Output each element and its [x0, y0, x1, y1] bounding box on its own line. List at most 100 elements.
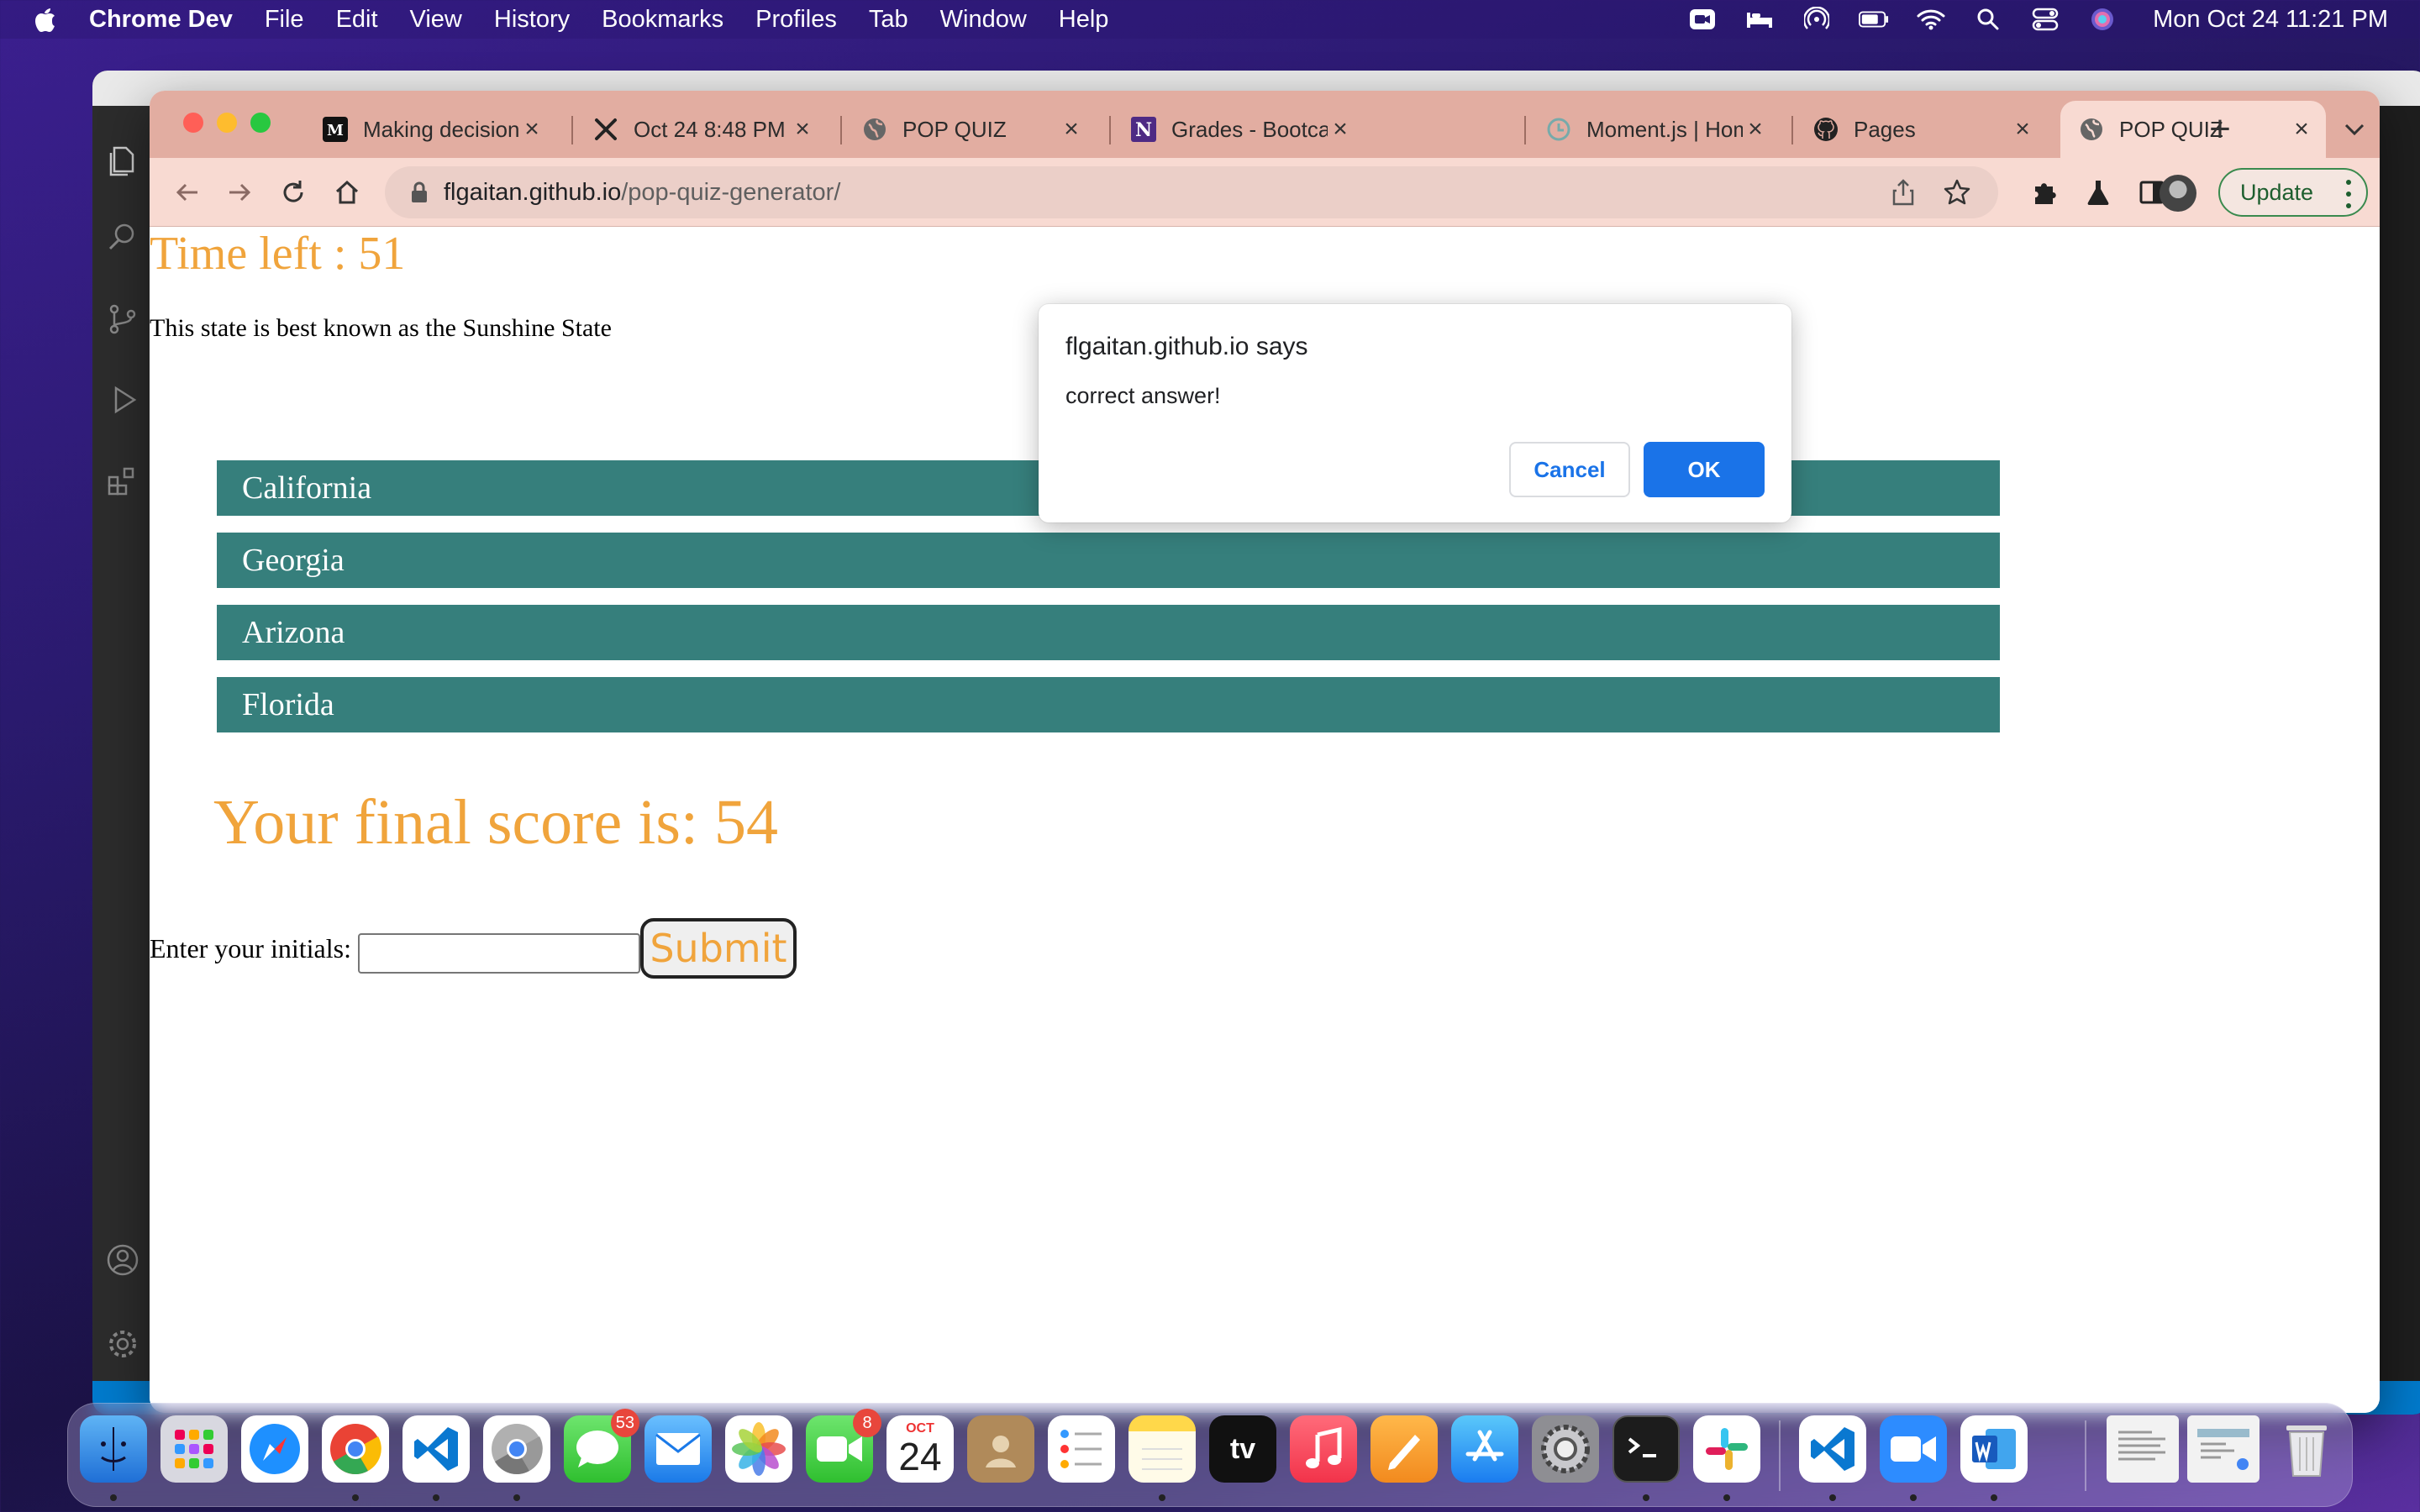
tab-moment-js[interactable]: Moment.js | Home ×: [1528, 101, 1780, 158]
mail-icon[interactable]: [644, 1415, 712, 1483]
extensions-puzzle-icon[interactable]: [2025, 173, 2064, 212]
apple-tv-icon[interactable]: tv: [1209, 1415, 1276, 1483]
tab-close-icon[interactable]: ×: [2010, 115, 2035, 143]
zoom-status-icon[interactable]: [1687, 7, 1718, 32]
run-debug-icon[interactable]: [106, 383, 139, 417]
finder-icon[interactable]: [80, 1415, 147, 1483]
calendar-icon[interactable]: OCT 24: [886, 1415, 954, 1483]
airdrop-icon[interactable]: [1802, 7, 1832, 32]
safari-icon[interactable]: [241, 1415, 308, 1483]
window-close-button[interactable]: [183, 113, 203, 133]
app-name-menu[interactable]: Chrome Dev: [89, 6, 233, 34]
reload-icon[interactable]: [274, 173, 313, 212]
menu-bookmarks[interactable]: Bookmarks: [602, 6, 723, 34]
control-center-icon[interactable]: [2030, 7, 2060, 32]
tab-oct-24-recording[interactable]: Oct 24 8:48 PM ×: [575, 101, 827, 158]
menu-tab[interactable]: Tab: [869, 6, 908, 34]
answer-option-arizona[interactable]: Arizona: [217, 605, 2000, 660]
menu-profiles[interactable]: Profiles: [755, 6, 837, 34]
n-logo-icon: N: [1131, 117, 1156, 142]
answer-option-florida[interactable]: Florida: [217, 677, 2000, 732]
back-arrow-icon[interactable]: [168, 173, 207, 212]
tab-close-icon[interactable]: ×: [2289, 115, 2314, 143]
tab-close-icon[interactable]: ×: [1059, 115, 1084, 143]
trash-icon[interactable]: [2273, 1415, 2340, 1483]
bed-icon[interactable]: [1744, 7, 1775, 32]
terminal-icon[interactable]: [1612, 1415, 1680, 1483]
address-bar[interactable]: flgaitan.github.io/pop-quiz-generator/: [385, 166, 1998, 218]
url-text[interactable]: flgaitan.github.io/pop-quiz-generator/: [444, 179, 840, 207]
tab-making-decisions[interactable]: M Making decisions ×: [304, 101, 556, 158]
reminders-icon[interactable]: [1048, 1415, 1115, 1483]
tab-title: Moment.js | Home: [1586, 116, 1743, 142]
menu-history[interactable]: History: [494, 6, 570, 34]
menu-view[interactable]: View: [410, 6, 462, 34]
extensions-icon[interactable]: [106, 464, 139, 497]
more-menu-icon[interactable]: [2344, 180, 2353, 208]
facetime-icon[interactable]: 8: [806, 1409, 881, 1483]
labs-flask-icon[interactable]: [2079, 173, 2118, 212]
lock-icon[interactable]: [407, 180, 432, 205]
tab-grades-bootcamp[interactable]: N Grades - Bootcamp ×: [1113, 101, 1365, 158]
menu-help[interactable]: Help: [1059, 6, 1109, 34]
tab-close-icon[interactable]: ×: [1328, 115, 1353, 143]
tab-separator: [571, 116, 573, 144]
vscode-icon[interactable]: [402, 1415, 470, 1483]
music-icon[interactable]: [1290, 1415, 1357, 1483]
forward-arrow-icon[interactable]: [220, 173, 259, 212]
messages-icon[interactable]: 53: [564, 1409, 639, 1483]
pages-app-icon[interactable]: [1370, 1415, 1438, 1483]
battery-icon[interactable]: [1859, 7, 1889, 32]
tab-close-icon[interactable]: ×: [519, 115, 544, 143]
dialog-cancel-button[interactable]: Cancel: [1509, 442, 1630, 497]
window-zoom-button[interactable]: [250, 113, 271, 133]
tab-close-icon[interactable]: ×: [1743, 115, 1768, 143]
launchpad-icon[interactable]: [160, 1415, 228, 1483]
bookmark-star-icon[interactable]: [1941, 176, 1973, 208]
recent-document-thumbnail[interactable]: [2107, 1415, 2179, 1483]
submit-button[interactable]: Submit: [639, 918, 797, 979]
menubar-clock[interactable]: Mon Oct 24 11:21 PM: [2153, 6, 2388, 34]
tab-pop-quiz[interactable]: POP QUIZ ×: [844, 101, 1096, 158]
app-store-icon[interactable]: [1451, 1415, 1518, 1483]
window-minimize-button[interactable]: [217, 113, 237, 133]
apple-menu-icon[interactable]: [32, 4, 57, 34]
tab-close-icon[interactable]: ×: [790, 115, 815, 143]
search-icon[interactable]: [106, 220, 139, 254]
dialog-ok-button[interactable]: OK: [1644, 442, 1765, 497]
vscode-recent-icon[interactable]: [1799, 1415, 1866, 1483]
new-tab-button[interactable]: +: [2200, 108, 2240, 150]
spotlight-search-icon[interactable]: [1973, 7, 2003, 32]
profile-avatar[interactable]: [2160, 175, 2196, 212]
photos-icon[interactable]: [725, 1415, 792, 1483]
zoom-icon[interactable]: [1880, 1415, 1947, 1483]
wifi-icon[interactable]: [1916, 7, 1946, 32]
word-icon[interactable]: [1960, 1415, 2028, 1483]
final-score: Your final score is: 54: [213, 787, 779, 858]
system-preferences-icon[interactable]: [1532, 1415, 1599, 1483]
source-control-icon[interactable]: [106, 302, 139, 336]
accounts-icon[interactable]: [106, 1243, 139, 1277]
settings-gear-icon[interactable]: [106, 1327, 139, 1361]
tab-pages[interactable]: Pages ×: [1795, 101, 2047, 158]
alert-dialog: flgaitan.github.io says correct answer! …: [1039, 304, 1791, 522]
siri-icon[interactable]: [2087, 7, 2118, 32]
menu-file[interactable]: File: [265, 6, 304, 34]
initials-input[interactable]: [357, 933, 640, 974]
notes-icon[interactable]: [1128, 1415, 1196, 1483]
explorer-icon[interactable]: [106, 143, 139, 176]
menu-edit[interactable]: Edit: [336, 6, 378, 34]
chrome-dev-icon[interactable]: [483, 1415, 550, 1483]
chrome-icon[interactable]: [322, 1415, 389, 1483]
share-icon[interactable]: [1889, 178, 1918, 207]
contacts-icon[interactable]: [967, 1415, 1034, 1483]
menu-window[interactable]: Window: [940, 6, 1027, 34]
tab-pop-quiz-active[interactable]: POP QUIZ ×: [2060, 101, 2326, 158]
home-icon[interactable]: [328, 173, 366, 212]
tab-search-chevron-icon[interactable]: [2334, 109, 2375, 150]
update-button[interactable]: Update: [2218, 168, 2368, 217]
answer-option-georgia[interactable]: Georgia: [217, 533, 2000, 588]
slack-icon[interactable]: [1693, 1415, 1760, 1483]
running-indicator: [1910, 1494, 1917, 1501]
recent-window-thumbnail[interactable]: [2187, 1415, 2260, 1483]
